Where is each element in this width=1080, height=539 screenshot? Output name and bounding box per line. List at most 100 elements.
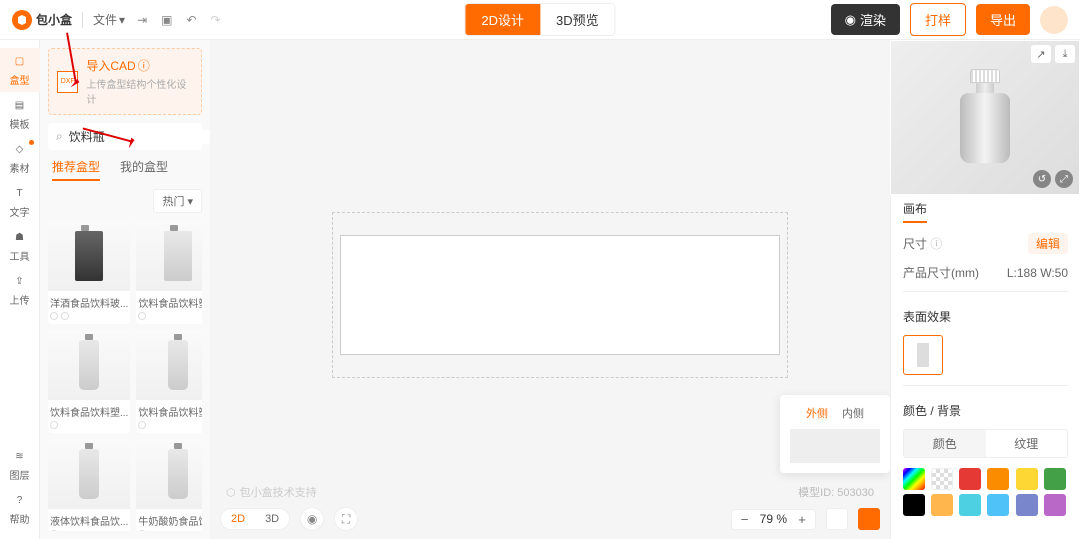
seg-texture[interactable]: 纹理 [986,430,1068,457]
redo-icon[interactable]: ↷ [211,13,221,27]
product-size-value: L:188 W:50 [1007,266,1068,280]
divider [903,291,1068,292]
product-size-label: 产品尺寸(mm) [903,264,979,281]
model-id: 模型ID: 503030 [798,484,874,500]
thumbnail-grid: 洋酒食品饮料玻... 饮料食品饮料塑... 饮料食品饮料塑... 饮料食品饮料塑… [48,221,202,531]
color-swatches [903,468,1068,516]
toggle-2d[interactable]: 2D [221,509,255,529]
color-swatch[interactable] [931,494,953,516]
text-icon: T [12,186,28,202]
undo-icon[interactable]: ↶ [186,13,196,27]
color-swatch[interactable] [1016,494,1038,516]
avatar[interactable] [1040,6,1068,34]
tab-recommended[interactable]: 推荐盒型 [52,158,100,181]
edit-size-button[interactable]: 编辑 [1028,233,1068,254]
divider [903,385,1068,386]
sidebar-item-material[interactable]: ◇ 素材 [0,136,40,180]
bottle-3d [960,69,1010,163]
color-swatch[interactable] [903,468,925,490]
chevron-down-icon: ▾ [187,195,193,208]
color-swatch[interactable] [1044,468,1066,490]
tab-my-boxes[interactable]: 我的盒型 [120,158,168,181]
save-icon[interactable]: ▣ [161,13,172,27]
file-menu[interactable]: 文件 ▾ [93,11,125,28]
zoom-control[interactable]: − 79 % + [731,509,816,530]
box-icon: ▢ [12,54,28,70]
color-swatch[interactable] [987,494,1009,516]
reset-icon[interactable]: ↺ [1033,170,1051,188]
logo-icon: ⬡ [226,486,236,499]
preview-3d[interactable]: ↗ ⤓ ↺ ⤢ [890,40,1080,195]
share-icon[interactable]: ↗ [1031,45,1051,63]
export-button[interactable]: 导出 [976,4,1030,35]
fullscreen-icon[interactable]: ⤢ [1055,170,1073,188]
sidebar-item-box[interactable]: ▢ 盒型 [0,48,40,92]
box-thumbnail[interactable]: 液体饮料食品饮... [48,439,130,531]
zoom-out-button[interactable]: − [736,512,754,527]
canvas-view-toggle[interactable]: 2D 3D [220,508,290,530]
logo-icon [12,10,32,30]
sidebar-item-help[interactable]: ? 帮助 [0,487,40,531]
zoom-value: 79 % [760,512,787,526]
color-swatch[interactable] [931,468,953,490]
right-panel: ↗ ⤓ ↺ ⤢ 画布 尺寸 ⓘ 编辑 产品尺寸(mm) L:188 W:50 表… [890,40,1080,539]
color-texture-segment[interactable]: 颜色 纹理 [903,429,1068,458]
seg-color[interactable]: 颜色 [904,430,986,457]
color-swatch[interactable] [959,468,981,490]
box-thumbnail[interactable]: 饮料食品饮料塑... [136,221,202,324]
primary-action-icon[interactable] [858,508,880,530]
sidebar-item-template[interactable]: ▤ 模板 [0,92,40,136]
side-popup: 外侧 内侧 [780,395,890,473]
info-icon: ⓘ [930,237,942,251]
search-icon: ⌕ [56,129,63,144]
sidebar-item-tool[interactable]: ☗ 工具 [0,224,40,268]
tab-2d[interactable]: 2D设计 [465,4,540,35]
color-section-title: 颜色 / 背景 [903,402,1068,419]
app-logo: 包小盒 [12,10,72,30]
color-swatch[interactable] [987,468,1009,490]
popup-tab-outside[interactable]: 外侧 [806,405,828,421]
divider [82,12,83,28]
tool-icon: ☗ [12,230,28,246]
size-label: 尺寸 ⓘ [903,235,942,252]
color-swatch[interactable] [1044,494,1066,516]
box-thumbnail[interactable]: 牛奶酸奶食品饮... [136,439,202,531]
fit-icon[interactable] [826,508,848,530]
box-thumbnail[interactable]: 饮料食品饮料塑... [136,330,202,433]
popup-preview[interactable] [790,429,880,463]
tab-3d[interactable]: 3D预览 [540,4,615,35]
canvas-area[interactable]: ⬡ 包小盒技术支持 模型ID: 503030 外侧 内侧 2D 3D ◉ ⛶ −… [210,40,890,539]
chevron-down-icon: ▾ [119,13,125,27]
surface-section-title: 表面效果 [903,308,1068,325]
sort-dropdown[interactable]: 热门 ▾ [153,189,202,213]
expand-icon[interactable]: ⛶ [334,507,358,531]
color-swatch[interactable] [959,494,981,516]
toggle-3d[interactable]: 3D [255,509,289,529]
box-panel: DXF 导入CADⓘ 上传盒型结构个性化设计 ⌕ ✕ 推荐盒型 我的盒型 热门 … [40,40,210,539]
download-icon[interactable]: ⤓ [1055,45,1075,63]
layers-icon: ≋ [12,449,28,465]
popup-tab-inside[interactable]: 内侧 [842,405,864,421]
info-icon: ⓘ [138,57,150,74]
color-swatch[interactable] [903,494,925,516]
left-sidebar: ▢ 盒型 ▤ 模板 ◇ 素材 T 文字 ☗ 工具 ⇪ 上传 ≋ 图层 [0,40,40,539]
grid-icon: ▤ [12,98,28,114]
box-thumbnail[interactable]: 饮料食品饮料塑... [48,330,130,433]
upload-icon: ⇪ [12,274,28,290]
import-icon[interactable]: ⇥ [137,13,147,27]
sidebar-item-text[interactable]: T 文字 [0,180,40,224]
color-swatch[interactable] [1016,468,1038,490]
sidebar-item-layers[interactable]: ≋ 图层 [0,443,40,487]
surface-thumbnail[interactable] [903,335,943,375]
app-name: 包小盒 [36,11,72,28]
eye-icon[interactable]: ◉ [300,507,324,531]
sample-button[interactable]: 打样 [910,3,966,36]
help-icon: ? [12,493,28,509]
right-tab-canvas[interactable]: 画布 [903,200,927,223]
box-thumbnail[interactable]: 洋酒食品饮料玻... [48,221,130,324]
zoom-in-button[interactable]: + [793,512,811,527]
view-toggle[interactable]: 2D设计 3D预览 [464,3,615,36]
shape-icon: ◇ [12,142,28,158]
render-button[interactable]: ◉ 渲染 [831,4,900,35]
sidebar-item-upload[interactable]: ⇪ 上传 [0,268,40,312]
